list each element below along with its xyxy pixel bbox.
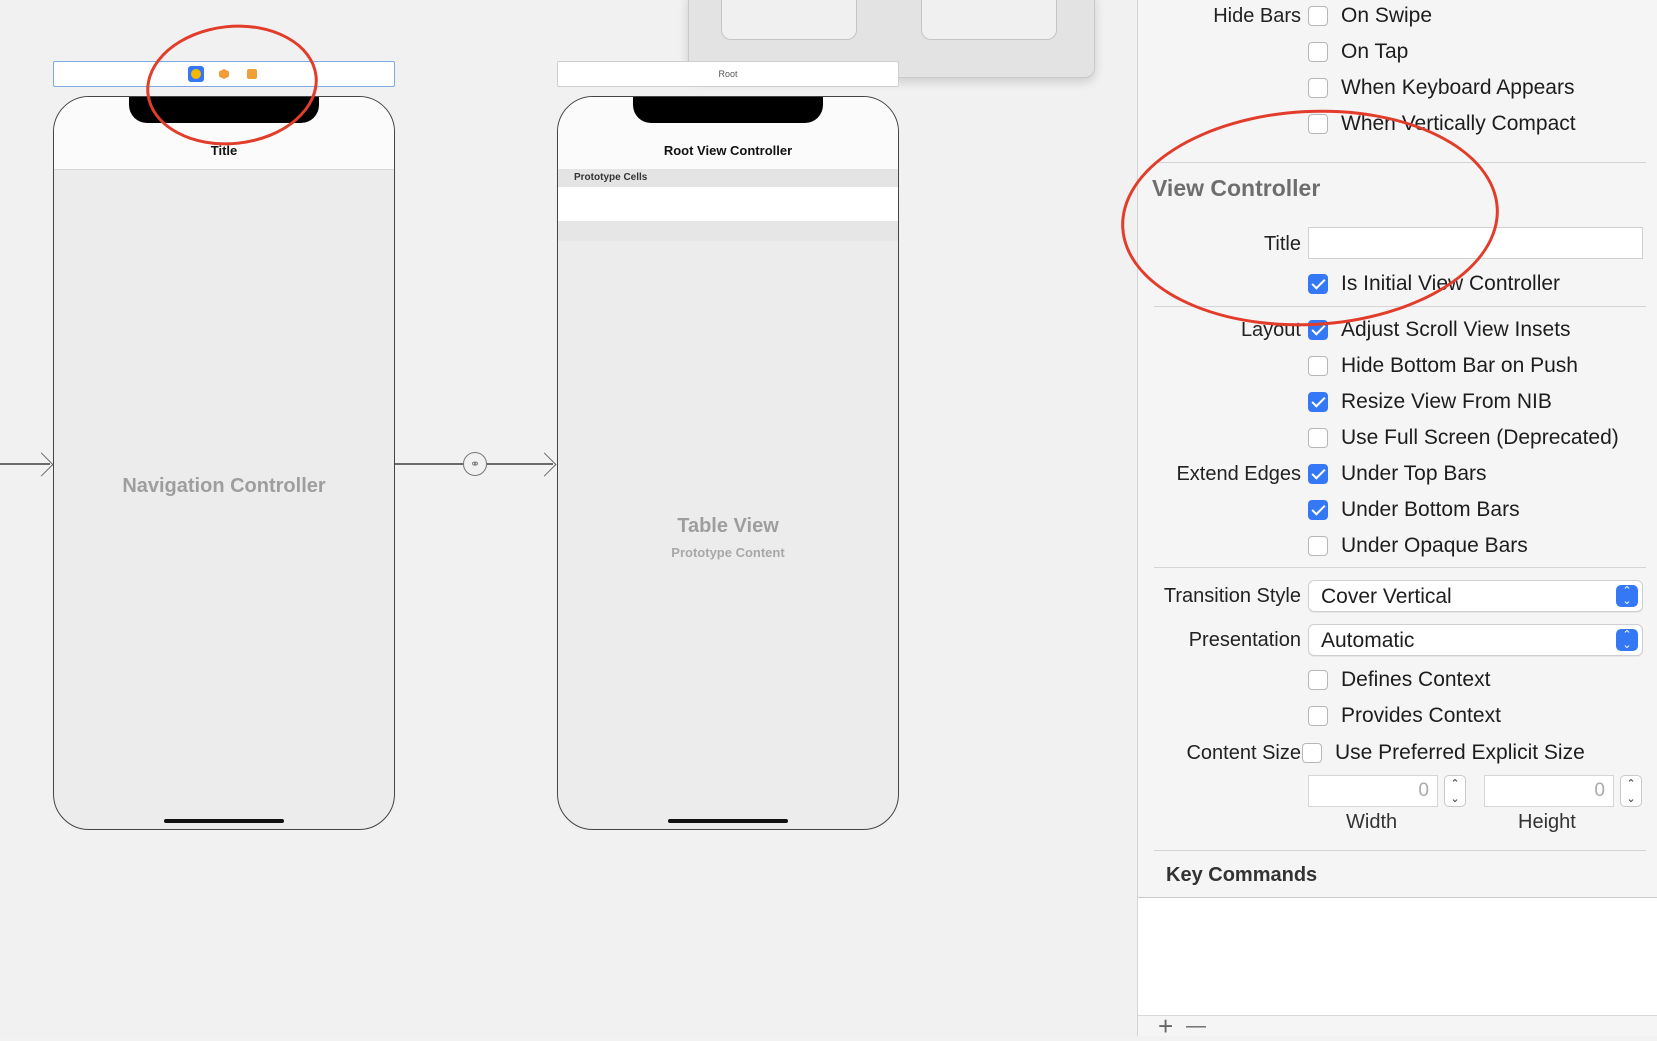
context-option[interactable]: Provides Context (1138, 703, 1657, 729)
extend-edges-option-label: Under Opaque Bars (1341, 534, 1528, 557)
popover-slot (721, 0, 857, 40)
width-field[interactable]: 0 (1308, 775, 1438, 807)
root-controller-scene[interactable]: Root View Controller Prototype Cells Tab… (557, 96, 899, 830)
home-indicator (668, 819, 788, 823)
nav-controller-scene-dock[interactable] (53, 61, 395, 87)
hide-bars-option-label: When Vertically Compact (1341, 112, 1576, 135)
hide-bars-option[interactable]: On Tap (1138, 39, 1657, 65)
vc-title-label: Title (1263, 233, 1301, 255)
layout-checkbox[interactable] (1308, 392, 1328, 412)
hide-bars-checkbox[interactable] (1308, 78, 1328, 98)
context-option[interactable]: Defines Context (1138, 667, 1657, 693)
first-responder-icon[interactable] (216, 66, 232, 82)
table-view-label: Table View (677, 515, 779, 537)
extend-edges-checkbox[interactable] (1308, 464, 1328, 484)
context-checkbox[interactable] (1308, 706, 1328, 726)
extend-edges-option[interactable]: Under Opaque Bars (1138, 533, 1657, 559)
extend-edges-checkbox[interactable] (1308, 500, 1328, 520)
hide-bars-option-label: When Keyboard Appears (1341, 76, 1575, 99)
hide-bars-option[interactable]: When Vertically Compact (1138, 111, 1657, 137)
width-stepper[interactable]: ⌃ ⌄ (1444, 775, 1466, 807)
extend-edges-option[interactable]: Under Top Bars (1138, 461, 1657, 487)
layout-checkbox[interactable] (1308, 356, 1328, 376)
view-controller-icon[interactable] (188, 66, 204, 82)
height-stepper[interactable]: ⌃ ⌄ (1620, 775, 1642, 807)
is-initial-row[interactable]: Is Initial View Controller (1138, 271, 1657, 297)
layout-checkbox[interactable] (1308, 320, 1328, 340)
storyboard-canvas[interactable]: Title Navigation Controller Root Root Vi… (0, 0, 1137, 1036)
layout-option-label: Resize View From NIB (1341, 390, 1552, 413)
home-indicator (164, 819, 284, 823)
scene-dock-label: Root (718, 69, 738, 79)
popover-slot (921, 0, 1057, 40)
segue-link-icon[interactable]: ⚭ (463, 452, 487, 476)
root-controller-scene-dock[interactable]: Root (557, 61, 899, 87)
vc-title-field[interactable] (1308, 227, 1643, 259)
table-section-gap (558, 221, 898, 241)
section-divider (1154, 850, 1646, 851)
hide-bars-option[interactable]: When Keyboard Appears (1138, 75, 1657, 101)
hide-bars-option-label: On Tap (1341, 40, 1409, 63)
preferred-size-label: Use Preferred Explicit Size (1335, 741, 1585, 764)
key-commands-title: Key Commands (1166, 864, 1318, 886)
hide-bars-checkbox[interactable] (1308, 114, 1328, 134)
section-divider (1154, 162, 1646, 163)
layout-option[interactable]: Resize View From NIB (1138, 389, 1657, 415)
hide-bars-option[interactable]: On Swipe (1138, 3, 1657, 29)
content-size-row[interactable]: Content Size Use Preferred Explicit Size (1138, 740, 1657, 766)
remove-key-command-button[interactable]: — (1186, 1016, 1206, 1036)
layout-option[interactable]: Adjust Scroll View Insets (1138, 317, 1657, 343)
presentation-value: Automatic (1321, 629, 1415, 652)
is-initial-checkbox[interactable] (1308, 274, 1328, 294)
context-checkbox[interactable] (1308, 670, 1328, 690)
context-option-label: Defines Context (1341, 668, 1491, 691)
layout-option-label: Use Full Screen (Deprecated) (1341, 426, 1619, 449)
nav-bar-title: Title (210, 143, 238, 158)
segue-arrowhead (532, 452, 557, 477)
exit-icon[interactable] (244, 66, 260, 82)
popup-chevron-icon: ⌃ ⌄ (1616, 629, 1638, 651)
preferred-size-checkbox[interactable] (1302, 743, 1322, 763)
hide-bars-option-label: On Swipe (1341, 4, 1433, 27)
attributes-inspector: Hide Bars On Swipe On Tap When Keyboard Ap… (1115, 0, 1657, 1039)
width-label: Width (1346, 811, 1398, 833)
presentation-label: Presentation (1188, 629, 1301, 651)
section-divider (1154, 306, 1646, 307)
height-field[interactable]: 0 (1484, 775, 1614, 807)
section-divider (1154, 567, 1646, 568)
popup-chevron-icon: ⌃ ⌄ (1616, 585, 1638, 607)
context-option-label: Provides Context (1341, 704, 1501, 727)
extend-edges-checkbox[interactable] (1308, 536, 1328, 556)
transition-style-popup[interactable]: Cover Vertical ⌃ ⌄ (1308, 580, 1643, 612)
scene-label: Navigation Controller (122, 475, 326, 497)
layout-option-label: Hide Bottom Bar on Push (1341, 354, 1578, 377)
transition-style-label: Transition Style (1163, 585, 1301, 607)
table-view-sublabel: Prototype Content (671, 545, 785, 560)
prototype-cell[interactable] (558, 187, 898, 221)
device-notch (633, 97, 823, 123)
hide-bars-checkbox[interactable] (1308, 42, 1328, 62)
layout-option-label: Adjust Scroll View Insets (1341, 318, 1571, 341)
nav-bar-title: Root View Controller (663, 143, 793, 158)
extend-edges-option-label: Under Bottom Bars (1341, 498, 1520, 521)
layout-option[interactable]: Use Full Screen (Deprecated) (1138, 425, 1657, 451)
add-key-command-button[interactable]: + (1158, 1013, 1173, 1039)
extend-edges-option[interactable]: Under Bottom Bars (1138, 497, 1657, 523)
is-initial-label: Is Initial View Controller (1341, 272, 1561, 295)
nav-controller-scene[interactable]: Title Navigation Controller (53, 96, 395, 830)
hide-bars-checkbox[interactable] (1308, 6, 1328, 26)
key-commands-table[interactable] (1138, 897, 1657, 1016)
device-notch (129, 97, 319, 123)
view-controller-section-title: View Controller (1152, 175, 1321, 201)
content-size-label: Content Size (1186, 742, 1301, 764)
height-label: Height (1518, 811, 1576, 833)
layout-option[interactable]: Hide Bottom Bar on Push (1138, 353, 1657, 379)
entry-point-arrowhead (29, 452, 54, 477)
presentation-popup[interactable]: Automatic ⌃ ⌄ (1308, 624, 1643, 656)
prototype-cells-header: Prototype Cells (558, 169, 898, 187)
layout-checkbox[interactable] (1308, 428, 1328, 448)
extend-edges-option-label: Under Top Bars (1341, 462, 1487, 485)
transition-style-value: Cover Vertical (1321, 585, 1452, 608)
